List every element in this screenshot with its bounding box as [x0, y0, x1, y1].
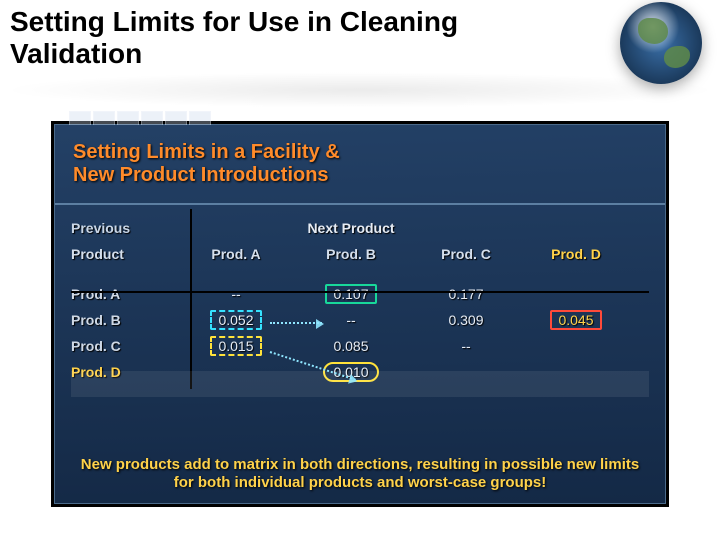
- cell: 0.177: [411, 286, 521, 302]
- prev-label-l2: Product: [71, 246, 181, 262]
- slide-title: Setting Limits for Use in Cleaning Valid…: [10, 6, 570, 70]
- cell: --: [291, 312, 411, 328]
- row-shade-d: [71, 371, 649, 397]
- highlight-red: 0.045: [550, 310, 601, 330]
- cell: 0.107: [291, 284, 411, 304]
- highlight-green: 0.107: [325, 284, 376, 304]
- col-b: Prod. B: [291, 246, 411, 262]
- col-d: Prod. D: [521, 246, 631, 262]
- cell: 0.052: [181, 310, 291, 330]
- cell: --: [411, 338, 521, 354]
- table-row: Prod. A -- 0.107 0.177: [71, 281, 649, 307]
- matrix-table: Previous Next Product Product Prod. A Pr…: [55, 205, 665, 385]
- col-c: Prod. C: [411, 246, 521, 262]
- vertical-divider: [190, 209, 192, 389]
- row-label: Prod. B: [71, 312, 181, 328]
- col-a: Prod. A: [181, 246, 291, 262]
- cell: 0.309: [411, 312, 521, 328]
- row-label: Prod. C: [71, 338, 181, 354]
- prev-label-l1: Previous: [71, 220, 181, 236]
- highlight-cyan-dashed: 0.052: [210, 310, 261, 330]
- panel-title-line2: New Product Introductions: [73, 164, 647, 187]
- panel-title-line1: Setting Limits in a Facility &: [73, 141, 647, 164]
- table-row: Prod. C 0.015 0.085 --: [71, 333, 649, 359]
- panel-footnote: New products add to matrix in both direc…: [55, 456, 665, 494]
- arrow-icon: [270, 322, 322, 324]
- header-shadow: [0, 72, 720, 108]
- tab-strip: [69, 111, 211, 125]
- highlight-yellow-dashed: 0.015: [210, 336, 261, 356]
- next-product-label: Next Product: [291, 220, 411, 236]
- table-row: Prod. B 0.052 -- 0.309 0.045: [71, 307, 649, 333]
- cell: --: [181, 286, 291, 302]
- panel-title: Setting Limits in a Facility & New Produ…: [55, 125, 665, 197]
- inner-panel: Setting Limits in a Facility & New Produ…: [54, 124, 666, 504]
- slide-header: Setting Limits for Use in Cleaning Valid…: [0, 0, 720, 90]
- cell: 0.085: [291, 338, 411, 354]
- horizontal-divider: [71, 291, 649, 293]
- row-label: Prod. A: [71, 286, 181, 302]
- header-row-cols: Product Prod. A Prod. B Prod. C Prod. D: [71, 241, 649, 267]
- footnote-text: New products add to matrix in both direc…: [73, 456, 647, 494]
- header-row-next: Previous Next Product: [71, 215, 649, 241]
- cell: 0.045: [521, 310, 631, 330]
